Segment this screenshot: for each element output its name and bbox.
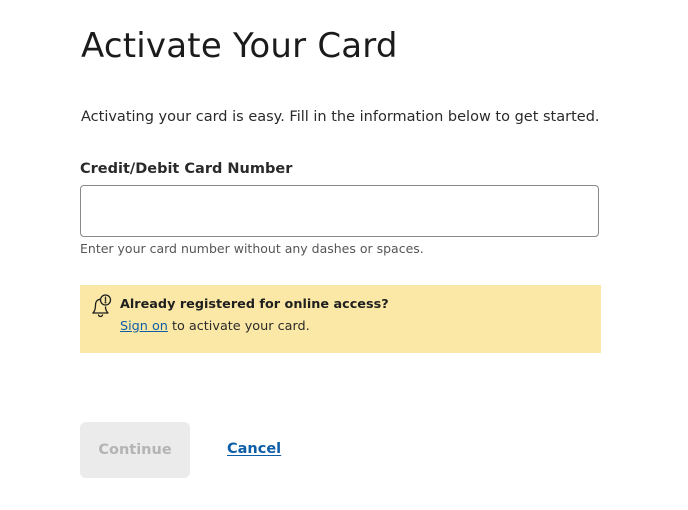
- card-number-input[interactable]: [80, 185, 599, 237]
- notice-suffix: to activate your card.: [172, 319, 310, 334]
- registered-notice: Already registered for online access? Si…: [80, 285, 601, 353]
- card-number-hint: Enter your card number without any dashe…: [80, 241, 424, 256]
- notice-title: Already registered for online access?: [120, 297, 389, 312]
- notice-body: Sign on to activate your card.: [120, 319, 310, 334]
- card-number-label: Credit/Debit Card Number: [80, 161, 293, 177]
- page-title: Activate Your Card: [81, 26, 398, 66]
- intro-text: Activating your card is easy. Fill in th…: [81, 109, 600, 125]
- activate-card-page: Activate Your Card Activating your card …: [0, 0, 688, 510]
- sign-on-link[interactable]: Sign on: [120, 319, 168, 334]
- continue-button[interactable]: Continue: [80, 422, 190, 478]
- bell-icon: [90, 293, 112, 319]
- cancel-link[interactable]: Cancel: [227, 441, 281, 457]
